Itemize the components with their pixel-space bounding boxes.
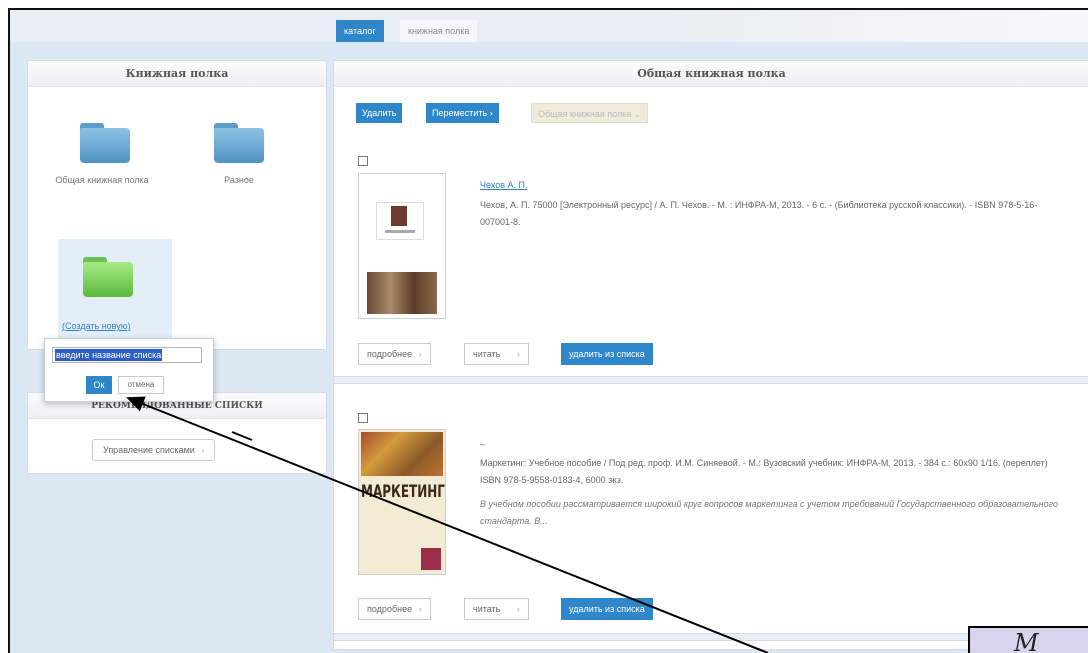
chevron-right-icon: ›	[418, 604, 422, 614]
book-annotation: В учебном пособии рассматривается широки…	[480, 499, 1058, 526]
new-folder-icon	[83, 257, 133, 297]
list-name-input[interactable]: введите название списка	[52, 347, 202, 363]
manage-lists-label: Управление списками	[103, 445, 195, 455]
details-label: подробнее	[367, 349, 413, 359]
general-shelf-panel: Общая книжная полка Удалить Переместить …	[333, 60, 1088, 650]
remove-from-list-button[interactable]: удалить из списка	[561, 343, 653, 365]
list-name-input-value: введите название списка	[55, 349, 163, 361]
manage-lists-button[interactable]: Управление списками ›	[92, 439, 216, 461]
book-description: Чехов, А. П. 75000 [Электронный ресурс] …	[480, 200, 1038, 227]
top-tab-bar: каталог книжная полка	[10, 10, 1088, 42]
book-description: Маркетинг: Учебное пособие / Под ред. пр…	[480, 458, 1048, 485]
read-button[interactable]: читать ›	[464, 343, 529, 365]
delete-button[interactable]: Удалить	[356, 103, 403, 123]
cancel-button[interactable]: отмена	[118, 376, 164, 394]
book-cover-marketing[interactable]: МАРКЕТИНГ	[358, 429, 446, 575]
tab-catalog[interactable]: каталог	[336, 20, 384, 42]
chevron-right-icon: ›	[516, 604, 520, 614]
ok-button[interactable]: Ок	[86, 376, 112, 394]
bookshelf-panel-title: Книжная полка	[28, 61, 326, 87]
folder-icon[interactable]	[214, 123, 264, 163]
bookshelf-panel: Книжная полка Общая книжная полка Разное…	[27, 60, 327, 350]
new-list-popup: введите название списка Ок отмена	[44, 338, 214, 402]
read-label: читать	[473, 604, 501, 614]
author-link[interactable]: Чехов А. П.	[480, 180, 527, 190]
chevron-right-icon: ›	[418, 349, 422, 359]
create-new-link[interactable]: (Создать новую)	[62, 321, 131, 331]
item-checkbox[interactable]	[358, 413, 368, 423]
read-button[interactable]: читать ›	[464, 598, 529, 620]
folder-icon[interactable]	[80, 123, 130, 163]
tab-bookshelf[interactable]: книжная полка	[400, 20, 478, 42]
target-shelf-select[interactable]: Общая книжная полка ⌄	[531, 103, 649, 123]
folder-label-general[interactable]: Общая книжная полка	[46, 173, 158, 187]
corner-label-box: М	[968, 626, 1088, 653]
folder-label-misc[interactable]: Разное	[204, 173, 274, 187]
app-frame: каталог книжная полка Книжная полка Обща…	[8, 8, 1088, 653]
book-cover-chekhov[interactable]	[358, 173, 446, 319]
read-label: читать	[473, 349, 501, 359]
details-button[interactable]: подробнее ›	[358, 343, 431, 365]
remove-from-list-button[interactable]: удалить из списка	[561, 598, 653, 620]
chevron-down-icon: ⌄	[633, 109, 642, 119]
details-label: подробнее	[367, 604, 413, 614]
recommended-lists-panel: Рекомендованные списки Управление списка…	[27, 392, 327, 474]
create-folder-tile[interactable]: (Создать новую)	[58, 239, 172, 349]
author-link: –	[480, 439, 486, 449]
move-button[interactable]: Переместить ›	[426, 103, 499, 123]
target-shelf-value: Общая книжная полка	[538, 109, 632, 119]
item-checkbox[interactable]	[358, 156, 368, 166]
details-button[interactable]: подробнее ›	[358, 598, 431, 620]
general-shelf-title: Общая книжная полка	[334, 61, 1088, 87]
chevron-right-icon: ›	[201, 445, 205, 455]
chevron-right-icon: ›	[516, 349, 520, 359]
chevron-right-icon: ›	[489, 108, 493, 118]
move-button-label: Переместить	[432, 108, 488, 118]
